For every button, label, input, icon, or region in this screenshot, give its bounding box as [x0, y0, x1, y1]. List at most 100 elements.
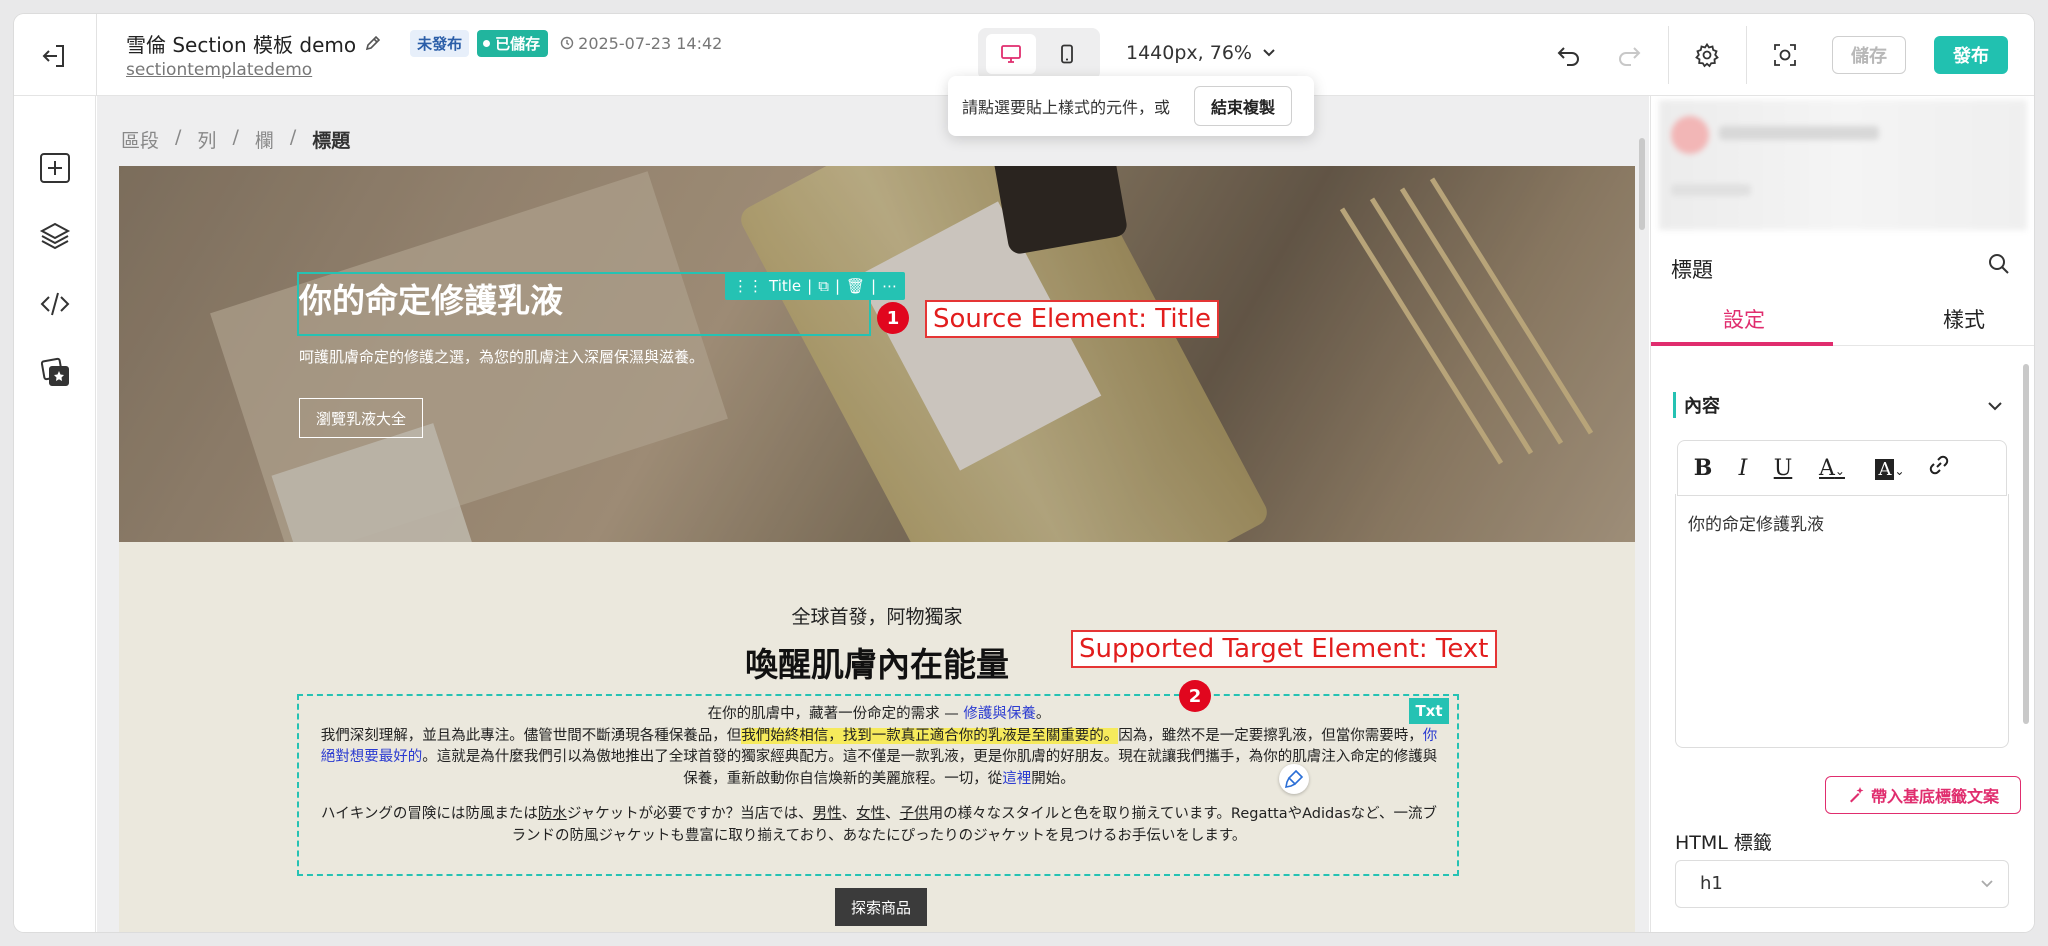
- annotation-marker: 2: [1179, 680, 1211, 712]
- link-icon[interactable]: [1928, 454, 1950, 482]
- saved-dot-icon: [483, 39, 491, 47]
- html-tag-select[interactable]: h1: [1675, 860, 2009, 908]
- text-run: 在你的肌膚中，藏著一份命定的需求 —: [707, 706, 964, 722]
- divider: [1668, 26, 1669, 84]
- desktop-icon: [1001, 45, 1021, 63]
- copy-icon[interactable]: ⧉: [818, 277, 829, 295]
- end-copy-button[interactable]: 結束複製: [1194, 86, 1293, 126]
- saved-label: 已儲存: [495, 34, 541, 53]
- text-paragraph[interactable]: ハイキングの冒険には防風または防水ジャケットが必要ですか？当店では、男性、女性、…: [315, 804, 1443, 847]
- hero-title[interactable]: 你的命定修護乳液: [299, 274, 563, 322]
- text-run: 我們深刻理解，並且為此專注。儘管世間不斷湧現各種保養品，但: [320, 727, 742, 744]
- content-section[interactable]: 全球首發，阿物獨家 喚醒肌膚內在能量 Supported Target Elem…: [119, 542, 1635, 932]
- clock-icon: [560, 36, 574, 50]
- chevron-down-icon: [1263, 49, 1275, 57]
- more-icon[interactable]: ⋯: [882, 277, 897, 295]
- properties-panel: 標題 設定 樣式 內容 B I U A⌄ A ⌄ 你的命定修護乳液 帶入基底標籤文…: [1650, 96, 2034, 932]
- document-title: 雪倫 Section 模板 demo: [126, 32, 357, 57]
- left-rail: [14, 96, 96, 932]
- canvas-scroll-thumb[interactable]: [1639, 138, 1645, 230]
- timestamp: 2025-07-23 14:42: [560, 34, 722, 53]
- viewport-label: 1440px, 76%: [1126, 42, 1252, 64]
- underlined-text: 子供: [899, 806, 929, 822]
- breadcrumb-item[interactable]: 區段: [121, 126, 159, 153]
- target-element-callout: Supported Target Element: Text: [1071, 630, 1497, 668]
- layers-icon[interactable]: [35, 216, 75, 256]
- paragraph-line: 在你的肌膚中，藏著一份命定的需求 — 修護與保養。: [315, 704, 1443, 726]
- hero-subtitle[interactable]: 呵護肌膚命定的修護之選，為您的肌膚注入深層保濕與滋養。: [299, 346, 704, 367]
- toolbar-divider: |: [834, 277, 840, 295]
- bold-icon[interactable]: B: [1692, 455, 1714, 481]
- screenshot-icon[interactable]: [1768, 38, 1802, 72]
- underlined-text: 女性: [856, 806, 886, 822]
- code-icon[interactable]: [35, 284, 75, 324]
- tab-style[interactable]: 樣式: [1943, 304, 1985, 334]
- templates-icon[interactable]: [35, 352, 75, 392]
- text-color-icon[interactable]: A⌄: [1812, 456, 1852, 481]
- chevron-down-icon: [1981, 880, 1993, 888]
- blurred-text: [1671, 184, 1751, 196]
- tab-settings[interactable]: 設定: [1723, 304, 1765, 334]
- popover-text: 請點選要貼上樣式的元件，或: [962, 98, 1171, 117]
- italic-icon[interactable]: I: [1732, 456, 1754, 481]
- timestamp-text: 2025-07-23 14:42: [578, 33, 723, 53]
- panel-title: 標題: [1671, 258, 1713, 282]
- section-eyebrow[interactable]: 全球首發，阿物獨家: [119, 602, 1635, 629]
- divider: [96, 14, 97, 96]
- rich-text-editor[interactable]: 你的命定修護乳液: [1675, 494, 2009, 748]
- add-section-icon[interactable]: [35, 148, 75, 188]
- panel-scroll-thumb[interactable]: [2023, 364, 2029, 724]
- publish-button[interactable]: 發布: [1934, 36, 2008, 74]
- content-section-header[interactable]: 內容: [1673, 392, 1720, 418]
- text-run: 、: [841, 806, 857, 822]
- underlined-text: 防水: [537, 806, 567, 822]
- trash-icon[interactable]: 🗑: [846, 277, 865, 295]
- blurred-preview: [1659, 100, 2027, 230]
- toolbar-divider: |: [871, 277, 877, 295]
- gear-icon[interactable]: [1690, 38, 1724, 72]
- breadcrumb-current: 標題: [312, 130, 351, 152]
- device-switch: [978, 28, 1100, 80]
- paste-style-popover: 請點選要貼上樣式的元件，或 結束複製: [948, 76, 1314, 136]
- editor-window: 雪倫 Section 模板 demo 未發布 已儲存 2025-07-23 14…: [14, 14, 2034, 932]
- html-tag-value: h1: [1700, 873, 1723, 894]
- breadcrumb-item[interactable]: 欄: [255, 126, 274, 153]
- mobile-view-button[interactable]: [1042, 34, 1092, 74]
- underline-icon[interactable]: U: [1772, 456, 1794, 481]
- magic-wand-icon: [1849, 787, 1864, 803]
- explore-products-button[interactable]: 探索商品: [835, 888, 927, 926]
- mobile-icon: [1061, 44, 1073, 64]
- active-tab-indicator: [1651, 342, 1833, 346]
- browse-lotions-button[interactable]: 瀏覽乳液大全: [299, 398, 423, 438]
- title-row: 雪倫 Section 模板 demo 未發布 已儲存 2025-07-23 14…: [126, 28, 722, 58]
- undo-icon[interactable]: [1552, 38, 1586, 72]
- slug-link[interactable]: sectiontemplatedemo: [126, 60, 312, 80]
- canvas-scrollbar[interactable]: [1637, 138, 1645, 932]
- canvas: 區段 / 列 / 欄 / 標題 你的命定修護乳液 ⋮⋮ Title | ⧉ | …: [97, 96, 1649, 932]
- exit-icon[interactable]: [38, 40, 70, 72]
- highlight-color-icon[interactable]: A ⌄: [1870, 456, 1910, 481]
- paint-brush-cursor-icon: [1279, 764, 1309, 794]
- search-icon[interactable]: [1987, 252, 2011, 280]
- toolbar-divider: |: [807, 277, 813, 295]
- text-paragraph[interactable]: 在你的肌膚中，藏著一份命定的需求 — 修護與保養。 我們深刻理解，並且為此專注。…: [315, 704, 1443, 790]
- redo-icon[interactable]: [1612, 38, 1646, 72]
- highlighted-text: 我們始終相信，找到一款真正適合你的乳液是至關重要的。: [741, 727, 1119, 744]
- element-type-label: Title: [769, 277, 802, 295]
- drag-handle-icon[interactable]: ⋮⋮: [733, 277, 763, 295]
- inline-link[interactable]: 這裡: [1002, 771, 1031, 787]
- annotation-marker: 1: [877, 302, 909, 334]
- inline-link[interactable]: 修護與保養: [963, 706, 1036, 722]
- hero-section[interactable]: 你的命定修護乳液 ⋮⋮ Title | ⧉ | 🗑 | ⋯ 呵護肌膚命定的修護之…: [119, 166, 1635, 542]
- inject-base-copy-button[interactable]: 帶入基底標籤文案: [1825, 776, 2021, 814]
- edit-icon[interactable]: [364, 34, 382, 52]
- rich-text-toolbar: B I U A⌄ A ⌄: [1677, 440, 2007, 496]
- viewport-dropdown[interactable]: 1440px, 76%: [1126, 42, 1276, 64]
- inject-label: 帶入基底標籤文案: [1870, 787, 1999, 806]
- breadcrumb-item[interactable]: 列: [197, 126, 216, 153]
- source-element-callout: Source Element: Title: [925, 300, 1219, 338]
- chevron-down-icon[interactable]: [1987, 396, 2003, 415]
- desktop-view-button[interactable]: [986, 34, 1036, 74]
- blurred-text: [1719, 126, 1879, 140]
- save-button[interactable]: 儲存: [1832, 36, 1906, 74]
